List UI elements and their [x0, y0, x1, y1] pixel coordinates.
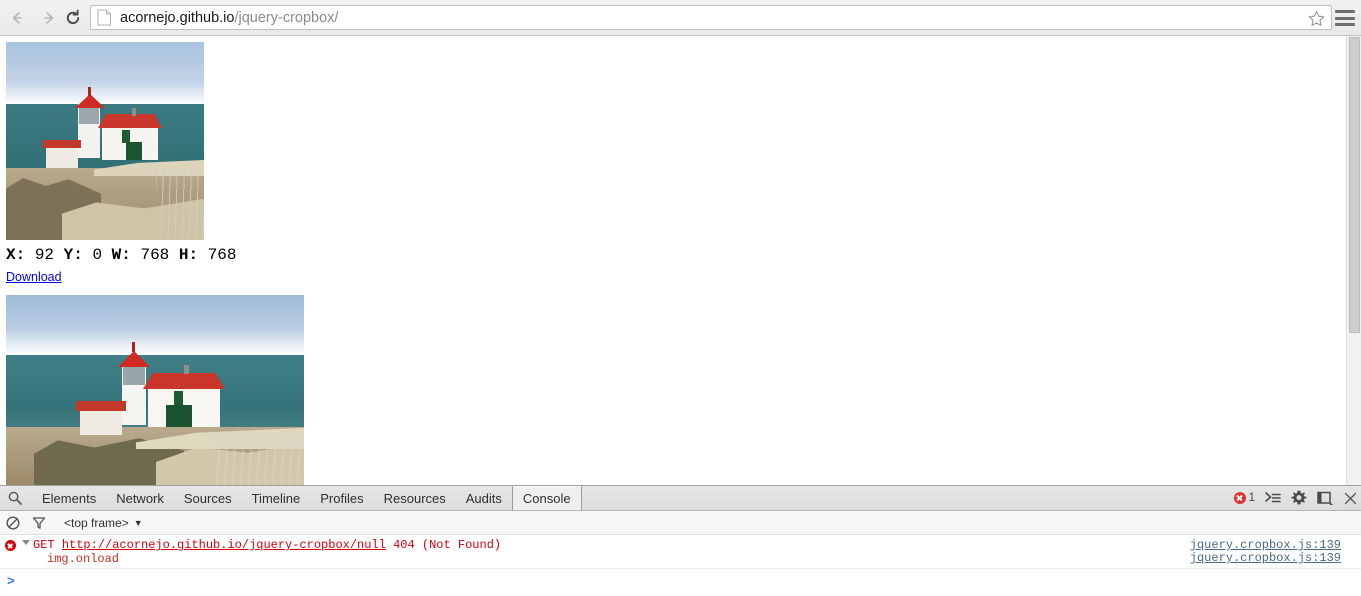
error-circle-icon	[1233, 492, 1246, 504]
back-arrow-icon	[12, 12, 22, 24]
coord-h-label: H:	[178, 246, 199, 264]
console-prompt-caret: >	[7, 574, 15, 589]
source-link-2[interactable]: jquery.cropbox.js:139	[1190, 551, 1341, 565]
tab-timeline[interactable]: Timeline	[242, 486, 311, 510]
forward-arrow-icon	[44, 12, 54, 24]
source-link-1[interactable]: jquery.cropbox.js:139	[1190, 538, 1341, 552]
url-path: /jquery-cropbox/	[234, 9, 339, 26]
download-link[interactable]: Download	[6, 270, 62, 284]
console-error-message[interactable]: GET http://acornejo.github.io/jquery-cro…	[0, 535, 1361, 569]
close-icon[interactable]	[1344, 492, 1357, 505]
browser-window: acornejo.github.io/jquery-cropbox/ X: 92…	[0, 0, 1361, 596]
devtools-toolbar-right: 1	[1233, 486, 1357, 510]
scrollbar-thumb[interactable]	[1349, 37, 1360, 333]
url-host: acornejo.github.io	[120, 9, 235, 26]
cropped-preview-image	[6, 42, 204, 240]
tab-resources[interactable]: Resources	[374, 486, 456, 510]
console-drawer-icon[interactable]	[1265, 491, 1281, 505]
back-button[interactable]	[6, 7, 28, 29]
clear-console-icon[interactable]	[6, 515, 20, 530]
error-status: 404 (Not Found)	[393, 538, 502, 552]
tab-audits[interactable]: Audits	[456, 486, 512, 510]
browser-toolbar: acornejo.github.io/jquery-cropbox/	[0, 0, 1361, 36]
coord-w-value: 768	[140, 246, 170, 264]
dock-window-icon[interactable]	[1317, 491, 1334, 506]
coord-x-label: X:	[6, 246, 26, 264]
error-count-label: 1	[1248, 492, 1255, 504]
forward-button[interactable]	[38, 7, 60, 29]
hamburger-menu-icon	[1335, 10, 1355, 13]
filter-funnel-icon[interactable]	[32, 516, 46, 530]
tab-elements[interactable]: Elements	[32, 486, 106, 510]
page-scrollbar[interactable]	[1346, 36, 1361, 485]
address-bar[interactable]: acornejo.github.io/jquery-cropbox/	[90, 5, 1332, 30]
reload-icon	[66, 9, 80, 25]
devtools-toolbar: Elements Network Sources Timeline Profil…	[0, 486, 1361, 511]
console-messages: GET http://acornejo.github.io/jquery-cro…	[0, 535, 1361, 596]
search-icon[interactable]	[8, 491, 22, 505]
crop-coordinates: X: 92 Y: 0 W: 768 H: 768	[6, 246, 237, 264]
coord-y-value: 0	[92, 246, 103, 264]
address-bar-url: acornejo.github.io/jquery-cropbox/	[120, 10, 338, 26]
coord-x-value: 92	[34, 246, 55, 264]
tab-profiles[interactable]: Profiles	[310, 486, 373, 510]
collapse-triangle-icon[interactable]	[22, 540, 30, 545]
crop-source-image[interactable]	[6, 295, 304, 485]
http-method: GET	[33, 538, 55, 552]
hamburger-line-3	[1335, 23, 1355, 26]
coord-w-label: W:	[111, 246, 131, 264]
devtools-panel: Elements Network Sources Timeline Profil…	[0, 485, 1361, 596]
execution-context-label: <top frame>	[64, 515, 129, 530]
bookmark-star-icon[interactable]	[1307, 9, 1326, 28]
page-viewport: X: 92 Y: 0 W: 768 H: 768 Download	[0, 36, 1361, 485]
console-error-line: GET http://acornejo.github.io/jquery-cro…	[33, 538, 1361, 552]
coord-h-value: 768	[207, 246, 237, 264]
page-document-icon	[97, 9, 111, 26]
reload-button[interactable]	[62, 7, 84, 29]
error-count-badge[interactable]: 1	[1233, 492, 1255, 504]
console-filter-bar: <top frame> ▼	[0, 511, 1361, 535]
hamburger-line-2	[1335, 16, 1355, 20]
error-url-link[interactable]: http://acornejo.github.io/jquery-cropbox…	[62, 538, 386, 552]
chrome-menu-button[interactable]	[1335, 8, 1355, 28]
console-stack-line: img.onload	[47, 552, 120, 566]
console-input-row[interactable]: >	[0, 569, 1361, 595]
chevron-down-icon: ▼	[133, 517, 143, 528]
tab-network[interactable]: Network	[106, 486, 174, 510]
execution-context-selector[interactable]: <top frame> ▼	[64, 516, 143, 530]
gear-icon[interactable]	[1291, 490, 1307, 506]
devtools-tabs: Elements Network Sources Timeline Profil…	[32, 486, 582, 510]
tab-sources[interactable]: Sources	[174, 486, 242, 510]
error-circle-icon	[5, 540, 16, 551]
tab-console[interactable]: Console	[511, 486, 582, 510]
coord-y-label: Y:	[63, 246, 83, 264]
